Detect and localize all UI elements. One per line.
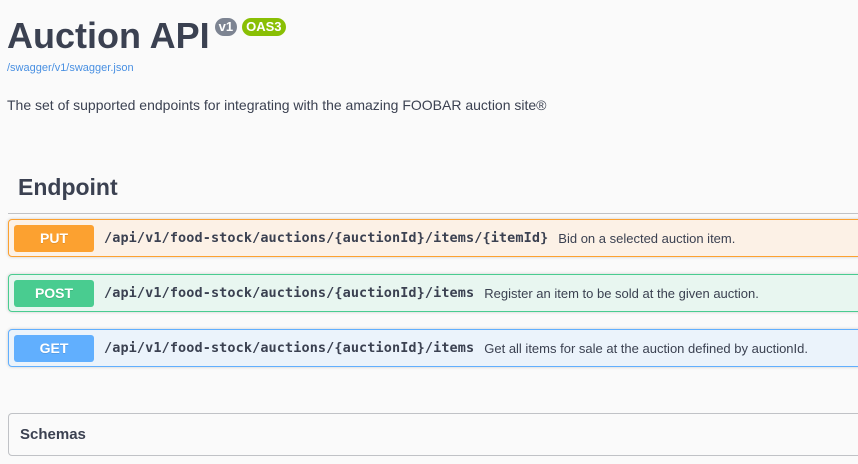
schemas-title: Schemas [20,426,86,443]
api-description: The set of supported endpoints for integ… [7,97,547,113]
schemas-section[interactable]: Schemas [8,413,858,456]
method-badge-put: PUT [14,224,94,252]
operation-summary: Bid on a selected auction item. [558,230,736,246]
operation-path: /api/v1/food-stock/auctions/{auctionId}/… [104,230,549,246]
section-divider [8,213,858,214]
operation-post-register-item[interactable]: POST /api/v1/food-stock/auctions/{auctio… [8,274,858,312]
operation-path: /api/v1/food-stock/auctions/{auctionId}/… [104,340,475,356]
operation-summary: Get all items for sale at the auction de… [484,340,808,356]
operation-path: /api/v1/food-stock/auctions/{auctionId}/… [104,285,475,301]
swagger-page: Auction API v1 OAS3 /swagger/v1/swagger.… [0,0,858,464]
operation-summary: Register an item to be sold at the given… [484,285,759,301]
method-badge-get: GET [14,334,94,362]
operation-put-bid[interactable]: PUT /api/v1/food-stock/auctions/{auction… [8,219,858,257]
method-badge-post: POST [14,279,94,307]
spec-json-link[interactable]: /swagger/v1/swagger.json [7,62,134,74]
page-title: Auction API [7,15,210,56]
endpoint-section-toggle[interactable]: Endpoint [18,174,118,201]
oas-badge: OAS3 [242,18,286,36]
api-title-row: Auction API v1 OAS3 [7,14,286,58]
version-badge: v1 [214,18,238,36]
operation-get-items[interactable]: GET /api/v1/food-stock/auctions/{auction… [8,329,858,367]
